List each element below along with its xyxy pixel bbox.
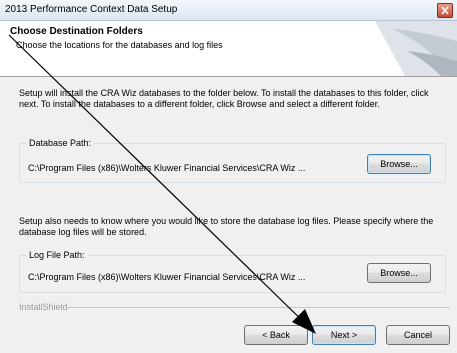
title-bar: 2013 Performance Context Data Setup: [0, 0, 457, 21]
log-intro-text: Setup also needs to know where you would…: [19, 216, 434, 237]
log-path-group: Log File Path: C:\Program Files (x86)\Wo…: [19, 250, 446, 293]
window-title: 2013 Performance Context Data Setup: [5, 4, 178, 15]
page-title: Choose Destination Folders: [10, 26, 143, 37]
database-path-group: Database Path: C:\Program Files (x86)\Wo…: [19, 138, 446, 183]
close-x-glyph: [441, 6, 449, 15]
database-browse-button[interactable]: Browse...: [367, 154, 431, 174]
installer-window: { "window": {"title": "2013 Performance …: [0, 0, 457, 353]
back-button[interactable]: < Back: [244, 325, 308, 345]
close-icon[interactable]: [437, 3, 453, 18]
wizard-body: Setup will install the CRA Wiz databases…: [0, 77, 457, 353]
intro-text: Setup will install the CRA Wiz databases…: [19, 88, 429, 109]
next-button[interactable]: Next >: [312, 325, 376, 345]
header-graphic-icon: [375, 21, 457, 76]
database-path-label: Database Path:: [26, 138, 95, 148]
installshield-brand: InstallShield: [19, 302, 68, 312]
database-path-value: C:\Program Files (x86)\Wolters Kluwer Fi…: [28, 163, 306, 173]
cancel-button[interactable]: Cancel: [386, 325, 450, 345]
brand-divider: [66, 307, 450, 308]
wizard-header: Choose Destination Folders Choose the lo…: [0, 21, 457, 77]
log-browse-button[interactable]: Browse...: [367, 263, 431, 283]
log-path-value: C:\Program Files (x86)\Wolters Kluwer Fi…: [28, 272, 306, 282]
log-path-label: Log File Path:: [26, 250, 88, 260]
page-subtitle: Choose the locations for the databases a…: [16, 40, 223, 50]
